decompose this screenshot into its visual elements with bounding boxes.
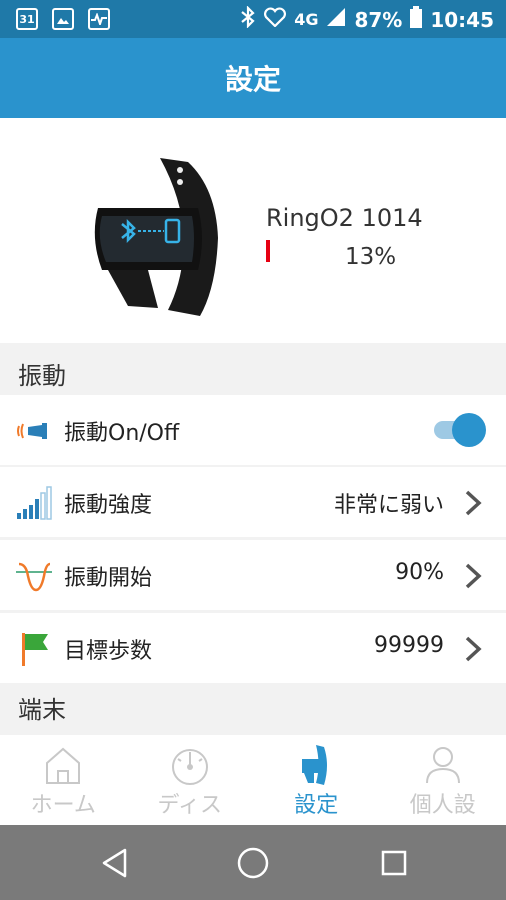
- app-header: 設定: [0, 38, 506, 118]
- recent-apps-icon[interactable]: [380, 849, 408, 877]
- gauge-icon: [171, 749, 208, 785]
- section-header-device: 端末: [18, 696, 66, 724]
- health-icon: [88, 8, 110, 30]
- target-steps-label: 目標歩数: [64, 639, 153, 664]
- android-navigation-bar: [0, 825, 506, 900]
- vibration-toggle-row[interactable]: 振動On/Off: [0, 395, 506, 465]
- back-icon[interactable]: [100, 847, 130, 879]
- chevron-right-icon: [465, 563, 482, 589]
- nav-home-label: ホーム: [30, 793, 96, 818]
- toggle-thumb: [452, 413, 486, 447]
- calendar-day: 31: [19, 12, 35, 26]
- nav-settings[interactable]: 設定: [253, 735, 380, 825]
- target-steps-row[interactable]: 目標歩数 99999: [0, 613, 506, 683]
- vibration-strength-row[interactable]: 振動強度 非常に弱い: [0, 467, 506, 537]
- chevron-right-icon: [465, 490, 482, 516]
- settings-ring-icon: [302, 745, 328, 785]
- vibration-start-label: 振動開始: [64, 566, 153, 591]
- clock: 10:45: [430, 7, 494, 32]
- nav-personal-label: 個人設: [409, 793, 476, 818]
- vibration-toggle-label: 振動On/Off: [64, 421, 180, 446]
- home-icon: [46, 747, 81, 784]
- bluetooth-status-icon: [240, 5, 256, 33]
- battery-status-text: 87%: [354, 7, 403, 32]
- nav-settings-label: 設定: [294, 793, 339, 818]
- battery-level-indicator: [266, 240, 270, 262]
- nav-home[interactable]: ホーム: [0, 735, 127, 825]
- vibration-icon: [17, 423, 47, 439]
- calendar-icon: 31: [16, 8, 38, 30]
- wave-icon: [16, 562, 52, 592]
- target-steps-value: 99999: [374, 633, 444, 658]
- flag-icon: [22, 633, 48, 666]
- page-title: 設定: [224, 63, 281, 96]
- ring-device-image: [94, 158, 218, 316]
- device-name: RingO2 1014: [266, 204, 423, 232]
- bottom-navigation: ホーム ディス 設定 個人設: [0, 735, 506, 825]
- heart-icon: [264, 7, 287, 32]
- home-button-icon[interactable]: [236, 846, 270, 880]
- battery-icon: [410, 6, 423, 33]
- vibration-strength-value: 非常に弱い: [333, 493, 444, 518]
- vibration-toggle-switch[interactable]: [434, 413, 486, 447]
- person-icon: [425, 747, 460, 784]
- vibration-start-row[interactable]: 振動開始 90%: [0, 540, 506, 610]
- vibration-start-value: 90%: [395, 560, 444, 585]
- signal-icon: [326, 7, 346, 32]
- nav-personal[interactable]: 個人設: [380, 735, 506, 825]
- device-card[interactable]: RingO2 1014 13%: [0, 118, 506, 343]
- vibration-strength-label: 振動強度: [64, 493, 153, 518]
- chevron-right-icon: [465, 636, 482, 662]
- nav-display[interactable]: ディス: [127, 735, 254, 825]
- network-type: 4G: [294, 10, 319, 29]
- section-header-vibration: 振動: [18, 362, 66, 390]
- signal-strength-icon: [17, 486, 52, 520]
- image-icon: [52, 8, 74, 30]
- nav-display-label: ディス: [157, 793, 222, 818]
- status-bar: 31 4G 87% 10:45: [0, 0, 506, 38]
- device-battery-percent: 13%: [345, 244, 397, 270]
